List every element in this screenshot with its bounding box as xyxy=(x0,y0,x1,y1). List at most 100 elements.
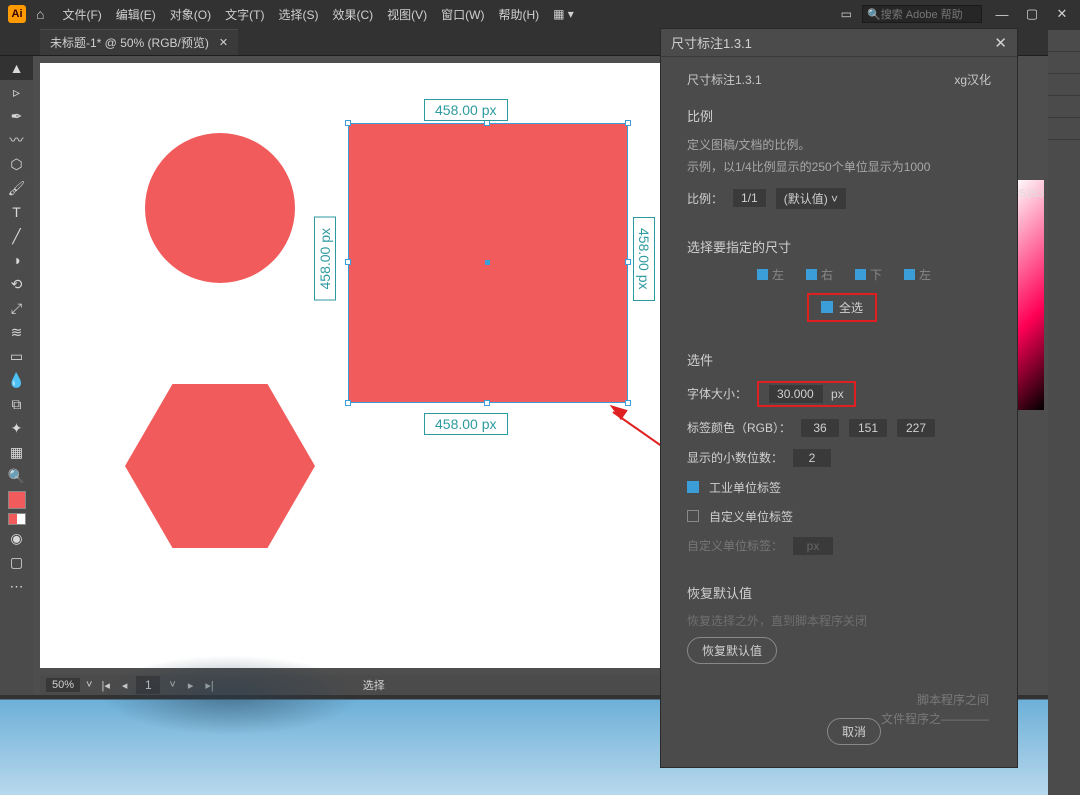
menu-effect[interactable]: 效果(C) xyxy=(328,4,377,25)
desktop-reflection xyxy=(100,655,360,735)
paintbrush-tool-icon[interactable]: 🖌 xyxy=(0,176,33,200)
specify-section: 选择要指定的尺寸 左 右 下 左 全选 xyxy=(687,237,991,322)
line-tool-icon[interactable]: ╱ xyxy=(0,224,33,248)
menu-help[interactable]: 帮助(H) xyxy=(494,4,543,25)
rgb-b-input[interactable]: 227 xyxy=(897,419,935,437)
dimension-label-bottom: 458.00 px xyxy=(424,413,508,435)
section-title: 选件 xyxy=(687,350,991,369)
side-checkbox-right[interactable]: 右 xyxy=(806,266,833,283)
menu-type[interactable]: 文字(T) xyxy=(221,4,268,25)
rectangle-tool-icon[interactable]: ⬡ xyxy=(0,152,33,176)
font-size-label: 字体大小： xyxy=(687,385,747,402)
menu-object[interactable]: 对象(O) xyxy=(166,4,215,25)
industry-unit-label: 工业单位标签 xyxy=(709,479,781,496)
selection-tool-icon[interactable]: ▲ xyxy=(0,56,33,80)
scale-tool-icon[interactable]: ⤢ xyxy=(0,296,33,320)
dimension-label-left: 458.00 px xyxy=(314,217,336,301)
panel-dock[interactable] xyxy=(1048,30,1080,795)
selection-handle[interactable] xyxy=(484,400,490,406)
side-checkbox-top[interactable]: 下 xyxy=(855,266,882,283)
zoom-dropdown-icon[interactable]: ˅ xyxy=(86,679,92,691)
custom-unit-input[interactable]: px xyxy=(793,537,833,555)
selection-handle[interactable] xyxy=(625,400,631,406)
rgb-r-input[interactable]: 36 xyxy=(801,419,839,437)
free-transform-tool-icon[interactable]: ▭ xyxy=(0,344,33,368)
dimension-annotation-dialog: 尺寸标注1.3.1 ✕ 尺寸标注1.3.1 xg汉化 比例 定义图稿/文档的比例… xyxy=(660,28,1018,768)
window-close-icon[interactable]: ✕ xyxy=(1052,6,1072,22)
dialog-title: 尺寸标注1.3.1 xyxy=(671,33,752,52)
width-tool-icon[interactable]: ≋ xyxy=(0,320,33,344)
close-tab-icon[interactable]: ✕ xyxy=(219,36,228,49)
blend-tool-icon[interactable]: ⧉ xyxy=(0,392,33,416)
menu-file[interactable]: 文件(F) xyxy=(58,4,105,25)
selection-handle[interactable] xyxy=(345,259,351,265)
rectangle-shape-selected[interactable] xyxy=(348,123,628,403)
type-tool-icon[interactable]: T xyxy=(0,200,33,224)
search-input[interactable]: 🔍 搜索 Adobe 帮助 xyxy=(862,5,982,23)
dialog-subtitle: 尺寸标注1.3.1 xyxy=(687,71,762,88)
section-title: 比例 xyxy=(687,106,991,125)
scale-input[interactable]: 1/1 xyxy=(733,189,766,207)
app-logo-icon: Ai xyxy=(8,5,26,23)
status-selection-label: 选择 xyxy=(363,677,385,693)
decimals-input[interactable]: 2 xyxy=(793,449,831,467)
select-all-checkbox[interactable]: 全选 xyxy=(807,293,877,322)
edit-toolbar-icon[interactable]: ⋯ xyxy=(0,574,33,598)
direct-selection-tool-icon[interactable]: ▹ xyxy=(0,80,33,104)
menu-window[interactable]: 窗口(W) xyxy=(437,4,488,25)
menu-edit[interactable]: 编辑(E) xyxy=(112,4,160,25)
restore-section: 恢复默认值 恢复选择之外，直到脚本程序关闭 恢复默认值 xyxy=(687,583,991,664)
draw-mode-icon[interactable]: ◉ xyxy=(0,526,33,550)
custom-unit-checkbox[interactable] xyxy=(687,510,699,522)
cancel-button[interactable]: 取消 xyxy=(827,718,881,745)
stroke-color-swatch[interactable] xyxy=(8,513,26,525)
workspace-switcher-icon[interactable]: ▦ ▾ xyxy=(549,5,578,23)
fill-color-swatch[interactable] xyxy=(8,491,26,509)
home-icon[interactable]: ⌂ xyxy=(36,6,44,22)
rotate-tool-icon[interactable]: ⟲ xyxy=(0,272,33,296)
selection-handle[interactable] xyxy=(625,120,631,126)
artboard-canvas[interactable]: 458.00 px 458.00 px 458.00 px 458.00 px xyxy=(40,63,667,668)
selection-handle[interactable] xyxy=(345,400,351,406)
select-all-label: 全选 xyxy=(839,299,863,316)
font-size-input[interactable]: 30.000 xyxy=(769,385,823,403)
artboard-tool-icon[interactable]: ▦ xyxy=(0,440,33,464)
shape-builder-tool-icon[interactable]: ◑ xyxy=(0,248,33,272)
artboard: 458.00 px 458.00 px 458.00 px 458.00 px xyxy=(40,63,667,668)
zoom-tool-icon[interactable]: 🔍 xyxy=(0,464,33,488)
side-checkbox-bottom[interactable]: 左 xyxy=(904,266,931,283)
side-checkbox-left[interactable]: 左 xyxy=(757,266,784,283)
color-spectrum-preview[interactable] xyxy=(1014,180,1044,410)
scale-desc-2: 示例，以1/4比例显示的250个单位显示为1000 xyxy=(687,157,991,177)
zoom-level[interactable]: 50% xyxy=(46,678,80,692)
circle-shape[interactable] xyxy=(145,133,295,283)
menu-select[interactable]: 选择(S) xyxy=(274,4,322,25)
restore-defaults-button[interactable]: 恢复默认值 xyxy=(687,637,777,664)
menubar: Ai ⌂ 文件(F) 编辑(E) 对象(O) 文字(T) 选择(S) 效果(C)… xyxy=(0,0,1080,28)
window-minimize-icon[interactable]: — xyxy=(992,7,1012,22)
checkbox-icon xyxy=(821,301,833,313)
industry-unit-checkbox[interactable] xyxy=(687,481,699,493)
custom-unit-input-label: 自定义单位标签： xyxy=(687,537,783,554)
document-tab-title: 未标题-1* @ 50% (RGB/预览) xyxy=(50,34,209,51)
menu-view[interactable]: 视图(V) xyxy=(383,4,431,25)
custom-unit-label: 自定义单位标签 xyxy=(709,508,793,525)
rgb-g-input[interactable]: 151 xyxy=(849,419,887,437)
scale-label: 比例： xyxy=(687,190,723,207)
pen-tool-icon[interactable]: ✒ xyxy=(0,104,33,128)
hexagon-shape[interactable] xyxy=(125,384,315,548)
scale-default-dropdown[interactable]: (默认值) ˅ xyxy=(776,188,846,209)
curvature-tool-icon[interactable]: 〰 xyxy=(0,128,33,152)
screen-mode-icon[interactable]: ▢ xyxy=(0,550,33,574)
document-tab[interactable]: 未标题-1* @ 50% (RGB/预览) ✕ xyxy=(40,29,238,55)
selection-handle[interactable] xyxy=(625,259,631,265)
symbol-sprayer-tool-icon[interactable]: ✦ xyxy=(0,416,33,440)
eyedropper-tool-icon[interactable]: 💧 xyxy=(0,368,33,392)
scale-desc-1: 定义图稿/文档的比例。 xyxy=(687,135,991,155)
dialog-close-icon[interactable]: ✕ xyxy=(994,34,1007,52)
font-size-input-highlight: 30.000 px xyxy=(757,381,856,407)
selection-handle[interactable] xyxy=(345,120,351,126)
dimension-label-right: 458.00 px xyxy=(633,217,655,301)
window-restore-icon[interactable]: ▢ xyxy=(1022,6,1042,22)
doc-layout-icon[interactable]: ▭ xyxy=(841,7,852,21)
